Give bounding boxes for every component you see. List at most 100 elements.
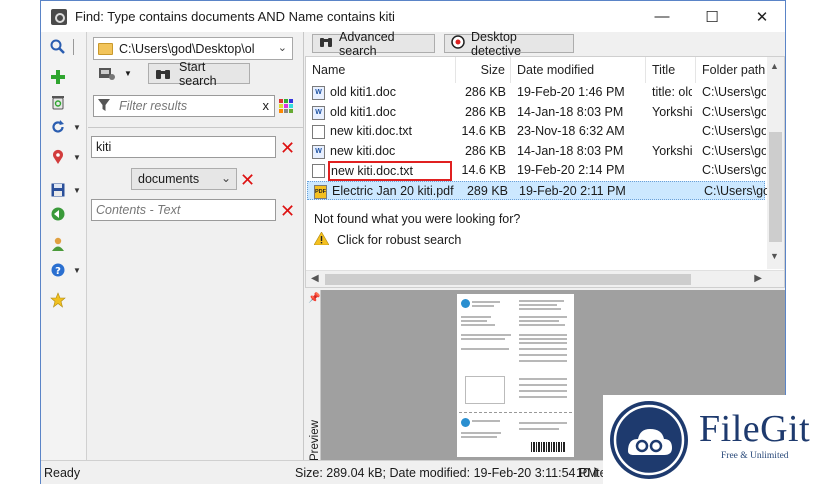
vertical-scrollbar[interactable]: ▲ ▼ [767, 57, 784, 269]
table-row[interactable]: Wnew kiti.doc 286 KB 14-Jan-18 8:03 PM York… [306, 142, 766, 162]
column-header-title[interactable]: Title [646, 57, 696, 83]
cell-folder-path: C:\Users\go [704, 183, 768, 198]
cell-folder-path: C:\Users\go [702, 85, 766, 99]
column-header-date-modified[interactable]: Date modified [511, 57, 646, 83]
folder-icon [98, 42, 113, 55]
chevron-down-icon[interactable]: ⌄ [221, 171, 231, 185]
text-file-icon [312, 164, 325, 178]
cell-size: 14.6 KB [461, 124, 506, 138]
hscroll-thumb[interactable] [325, 274, 691, 285]
table-row[interactable]: PDF Electric Jan 20 kiti.pdf 289 KB 19-Feb-… [307, 180, 768, 202]
preview-strip: 📌 Preview [305, 290, 321, 461]
robust-search-link[interactable]: Click for robust search [313, 231, 461, 248]
scroll-up-icon[interactable]: ▲ [770, 61, 779, 71]
recycle-bin-icon[interactable] [47, 92, 69, 112]
rename-edit-field[interactable]: new kiti.doc.txt [328, 161, 452, 181]
cell-title: title: olc [652, 85, 692, 99]
remove-contents-criterion-icon[interactable]: ✕ [280, 202, 295, 220]
column-header-name[interactable]: Name [306, 57, 456, 83]
window-title: Find: Type contains documents AND Name c… [75, 9, 395, 24]
type-dropdown[interactable]: documents ⌄ [131, 168, 237, 190]
contents-input[interactable]: Contents - Text [91, 199, 276, 221]
back-icon[interactable] [47, 204, 69, 224]
warning-icon [313, 231, 330, 248]
search-options-icon[interactable] [98, 65, 118, 83]
filegit-watermark: FileGit Free & Unlimited [603, 395, 836, 484]
cell-date-modified: 14-Jan-18 8:03 PM [517, 104, 624, 119]
column-header-size[interactable]: Size [456, 57, 511, 83]
name-value: kiti [96, 140, 112, 154]
cell-size: 14.6 KB [461, 163, 506, 177]
cell-date-modified: 23-Nov-18 6:32 AM [517, 124, 625, 138]
add-icon[interactable] [47, 67, 69, 87]
chevron-down-icon[interactable]: ▼ [73, 123, 81, 132]
chevron-down-icon[interactable]: ▼ [124, 69, 132, 78]
maximize-button[interactable]: ☐ [689, 1, 735, 32]
top-buttons-bar: Advanced search Desktop detective [305, 30, 785, 58]
table-row[interactable]: new kiti.doc.txt 14.6 KB 23-Nov-18 6:32 AM… [306, 122, 766, 142]
name-input[interactable]: kiti [91, 136, 276, 158]
results-list: Name Size Date modified Title Folder pat… [305, 56, 785, 288]
scroll-down-icon[interactable]: ▼ [770, 251, 779, 261]
star-icon[interactable] [47, 290, 69, 310]
pdf-icon: PDF [314, 184, 327, 199]
cell-date-modified: 19-Feb-20 2:14 PM [517, 163, 625, 177]
table-row[interactable]: Wold kiti1.doc 286 KB 19-Feb-20 1:46 PM tit… [306, 83, 766, 103]
status-ready: Ready [44, 466, 81, 480]
svg-text:?: ? [55, 266, 61, 277]
cell-title [654, 182, 694, 202]
location-pin-icon[interactable] [47, 147, 69, 167]
cell-name: Electric Jan 20 kiti.pdf [332, 183, 454, 198]
column-header-folder-path[interactable]: Folder path [696, 57, 766, 83]
chevron-down-icon[interactable]: ▼ [73, 153, 81, 162]
scroll-right-icon[interactable]: ▶ [754, 273, 762, 284]
chevron-down-icon[interactable]: ▼ [73, 266, 81, 275]
side-toolbar: ▼ ▼ ▼ ? ▼ [41, 32, 87, 460]
start-search-button[interactable]: Start search [148, 60, 250, 88]
desktop-detective-label: Desktop detective [471, 29, 522, 58]
chevron-down-icon[interactable]: ▼ [73, 186, 81, 195]
cell-size: 289 KB [466, 183, 508, 198]
filter-results-input[interactable]: Filter results x [93, 95, 275, 117]
filegit-brand: FileGit [699, 408, 811, 450]
desktop-detective-button[interactable]: Desktop detective [444, 30, 574, 58]
word-doc-icon: W [312, 86, 325, 100]
refresh-icon[interactable] [47, 117, 69, 137]
remove-type-criterion-icon[interactable]: ✕ [240, 171, 255, 189]
table-row[interactable]: new kiti.doc.txt 14.6 KB 19-Feb-20 2:14 PM… [306, 161, 766, 181]
chevron-down-icon[interactable]: ⌄ [278, 41, 287, 54]
remove-name-criterion-icon[interactable]: ✕ [280, 139, 295, 157]
advanced-search-button[interactable]: Advanced search [312, 30, 435, 58]
cell-name: new kiti.doc.txt [330, 124, 412, 138]
doc-chart [465, 376, 505, 404]
table-row[interactable]: Wold kiti1.doc 286 KB 14-Jan-18 8:03 PM Yor… [306, 103, 766, 123]
filegit-logo [610, 401, 688, 479]
preview-label: Preview [309, 420, 321, 461]
cell-date-modified: 14-Jan-18 8:03 PM [517, 143, 624, 158]
pin-icon[interactable]: 📌 [308, 293, 320, 304]
filter-placeholder: Filter results [119, 99, 188, 113]
cell-title [652, 122, 692, 142]
save-icon[interactable] [47, 180, 69, 200]
location-combobox[interactable]: C:\Users\god\Desktop\ol ⌄ [93, 37, 293, 60]
cell-date-modified: 19-Feb-20 1:46 PM [517, 85, 625, 99]
scroll-left-icon[interactable]: ◀ [311, 273, 319, 284]
type-value: documents [138, 172, 200, 186]
horizontal-scrollbar[interactable]: ◀ ▶ [306, 270, 784, 287]
minimize-button[interactable]: — [639, 1, 685, 32]
advanced-search-icon [319, 36, 333, 51]
cell-title [652, 161, 692, 181]
cell-title: Yorkshi [652, 143, 692, 158]
filter-clear-button[interactable]: x [263, 98, 270, 113]
cell-name: old kiti1.doc [330, 85, 397, 99]
help-icon[interactable]: ? [47, 260, 69, 280]
scroll-thumb[interactable] [769, 132, 782, 242]
search-panel: C:\Users\god\Desktop\ol ⌄ ▼ Start search… [88, 32, 304, 460]
cell-folder-path: C:\Users\go [702, 143, 766, 158]
close-button[interactable]: ✕ [739, 1, 785, 32]
search-icon[interactable] [47, 37, 69, 57]
color-grid-icon[interactable] [279, 99, 293, 113]
user-icon[interactable] [47, 234, 69, 254]
cell-size: 286 KB [464, 104, 506, 119]
cell-size: 286 KB [464, 143, 506, 158]
